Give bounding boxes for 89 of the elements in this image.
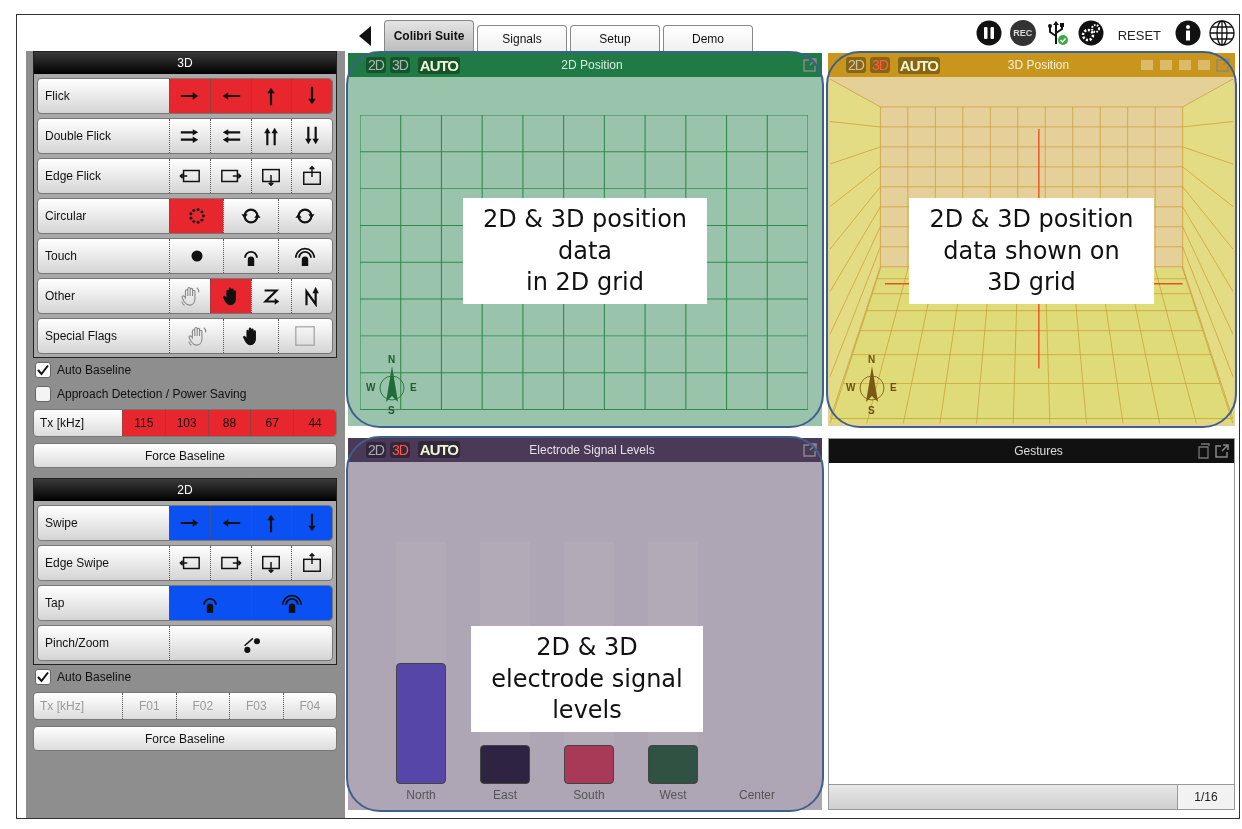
view-mode-toggle[interactable]: 3D bbox=[389, 441, 410, 458]
compass-label: E bbox=[890, 381, 897, 393]
gesture-label: Double Flick bbox=[44, 128, 113, 145]
panel-title: Electrode Signal Levels bbox=[529, 442, 655, 457]
gesture-label: Swipe bbox=[44, 515, 79, 532]
gesture-label: Pinch/Zoom bbox=[44, 635, 111, 652]
gesture-label: Edge Flick bbox=[44, 168, 103, 185]
gesture-toggle[interactable] bbox=[250, 506, 292, 540]
frequency-toggle[interactable]: 67 bbox=[250, 410, 294, 436]
gesture-toggle[interactable] bbox=[169, 586, 251, 620]
panel-title: 3D Position bbox=[1007, 58, 1070, 72]
compass-label: S bbox=[868, 404, 875, 416]
gesture-label: Special Flags bbox=[44, 328, 119, 345]
bar-label: North bbox=[406, 788, 436, 802]
finger-waves-icon bbox=[294, 245, 317, 267]
compass-label: W bbox=[846, 381, 856, 393]
gesture-toggle[interactable] bbox=[250, 79, 292, 113]
bar-label: West bbox=[659, 788, 687, 802]
compass-label: N bbox=[388, 353, 396, 365]
settings-icon[interactable] bbox=[1077, 20, 1104, 46]
view-mode-toggle[interactable]: 2D bbox=[366, 441, 386, 458]
force-baseline-button[interactable]: Force Baseline bbox=[33, 443, 337, 468]
gesture-toggle[interactable] bbox=[169, 199, 224, 233]
view-mode-toggle[interactable]: 2D bbox=[366, 57, 386, 73]
globe-icon[interactable] bbox=[1209, 20, 1235, 46]
annotation-tooltip: 2D & 3D position data shown on 3D grid bbox=[909, 198, 1154, 305]
gesture-label: Tap bbox=[44, 595, 66, 612]
copy-icon[interactable] bbox=[1195, 442, 1211, 459]
frequency-toggle[interactable]: 88 bbox=[207, 410, 251, 436]
view-mode-toggle[interactable]: AUTO bbox=[417, 441, 461, 458]
info-icon[interactable] bbox=[1175, 20, 1201, 46]
compass-label: E bbox=[410, 381, 417, 393]
gesture-label: Other bbox=[44, 288, 76, 305]
hand-outline-icon bbox=[178, 285, 201, 307]
gesture-label: Flick bbox=[44, 88, 71, 105]
gesture-toggle[interactable] bbox=[291, 506, 332, 540]
frequency-toggle[interactable]: 44 bbox=[293, 410, 336, 436]
section-header: 2D bbox=[34, 479, 336, 501]
finger-waves-icon bbox=[280, 592, 303, 614]
panel-title: Gestures bbox=[1014, 443, 1063, 458]
tab[interactable]: Colibri Suite bbox=[384, 20, 474, 51]
bar-label: East bbox=[493, 788, 517, 802]
popout-icon[interactable] bbox=[1214, 442, 1230, 459]
gesture-toggle[interactable] bbox=[209, 79, 251, 113]
frequency-label: Tx [kHz] bbox=[39, 698, 85, 715]
page-counter: 1/16 bbox=[1177, 785, 1234, 809]
record-button[interactable]: REC bbox=[1009, 20, 1036, 46]
gesture-label: Touch bbox=[44, 248, 79, 265]
gesture-label: Edge Swipe bbox=[44, 555, 111, 572]
tab[interactable]: Signals bbox=[477, 25, 567, 51]
panel-title: 2D Position bbox=[561, 58, 623, 72]
view-mode-toggle[interactable]: 3D bbox=[389, 57, 410, 73]
reset-button[interactable]: RESET bbox=[1111, 28, 1167, 43]
frequency-label: Tx [kHz] bbox=[39, 415, 85, 432]
checkbox-label: Approach Detection / Power Saving bbox=[57, 387, 247, 401]
view-mode-toggle[interactable]: 2D bbox=[846, 57, 866, 73]
hand-outline-icon bbox=[185, 325, 208, 347]
annotation-tooltip: 2D & 3D position data in 2D grid bbox=[462, 198, 708, 305]
frequency-toggle[interactable]: 115 bbox=[122, 410, 165, 436]
annotation-tooltip: 2D & 3D electrode signal levels bbox=[471, 626, 703, 732]
section-header: 3D bbox=[34, 52, 336, 74]
checkbox[interactable] bbox=[35, 386, 51, 402]
view-mode-toggle[interactable]: AUTO bbox=[897, 56, 941, 74]
box-arrow-icon bbox=[301, 552, 324, 574]
compass-label: W bbox=[366, 381, 376, 393]
checkbox[interactable] bbox=[35, 362, 51, 378]
gesture-toggle[interactable] bbox=[250, 586, 332, 620]
gesture-label: Circular bbox=[44, 208, 88, 225]
empty-square-icon bbox=[294, 325, 317, 347]
checkbox[interactable] bbox=[35, 669, 51, 685]
view-mode-toggle[interactable]: AUTO bbox=[417, 56, 461, 74]
gesture-toggle[interactable] bbox=[169, 506, 210, 540]
bar-label: Center bbox=[739, 788, 775, 802]
force-baseline-button[interactable]: Force Baseline bbox=[33, 726, 337, 751]
gesture-toggle[interactable] bbox=[209, 506, 251, 540]
back-arrow-icon[interactable] bbox=[358, 25, 372, 47]
gesture-toggle[interactable] bbox=[169, 79, 210, 113]
gesture-toggle[interactable] bbox=[209, 279, 251, 313]
pause-icon[interactable] bbox=[975, 20, 1002, 46]
gesture-toggle[interactable] bbox=[291, 79, 332, 113]
popout-icon[interactable] bbox=[802, 441, 818, 458]
frequency-toggle[interactable]: 103 bbox=[164, 410, 208, 436]
compass-label: N bbox=[868, 353, 876, 365]
bar-label: South bbox=[573, 788, 605, 802]
tab[interactable]: Setup bbox=[570, 25, 660, 51]
tab[interactable]: Demo bbox=[663, 25, 753, 51]
checkbox-label: Auto Baseline bbox=[57, 363, 132, 377]
box-arrow-icon bbox=[301, 165, 324, 187]
checkbox-label: Auto Baseline bbox=[57, 670, 132, 684]
